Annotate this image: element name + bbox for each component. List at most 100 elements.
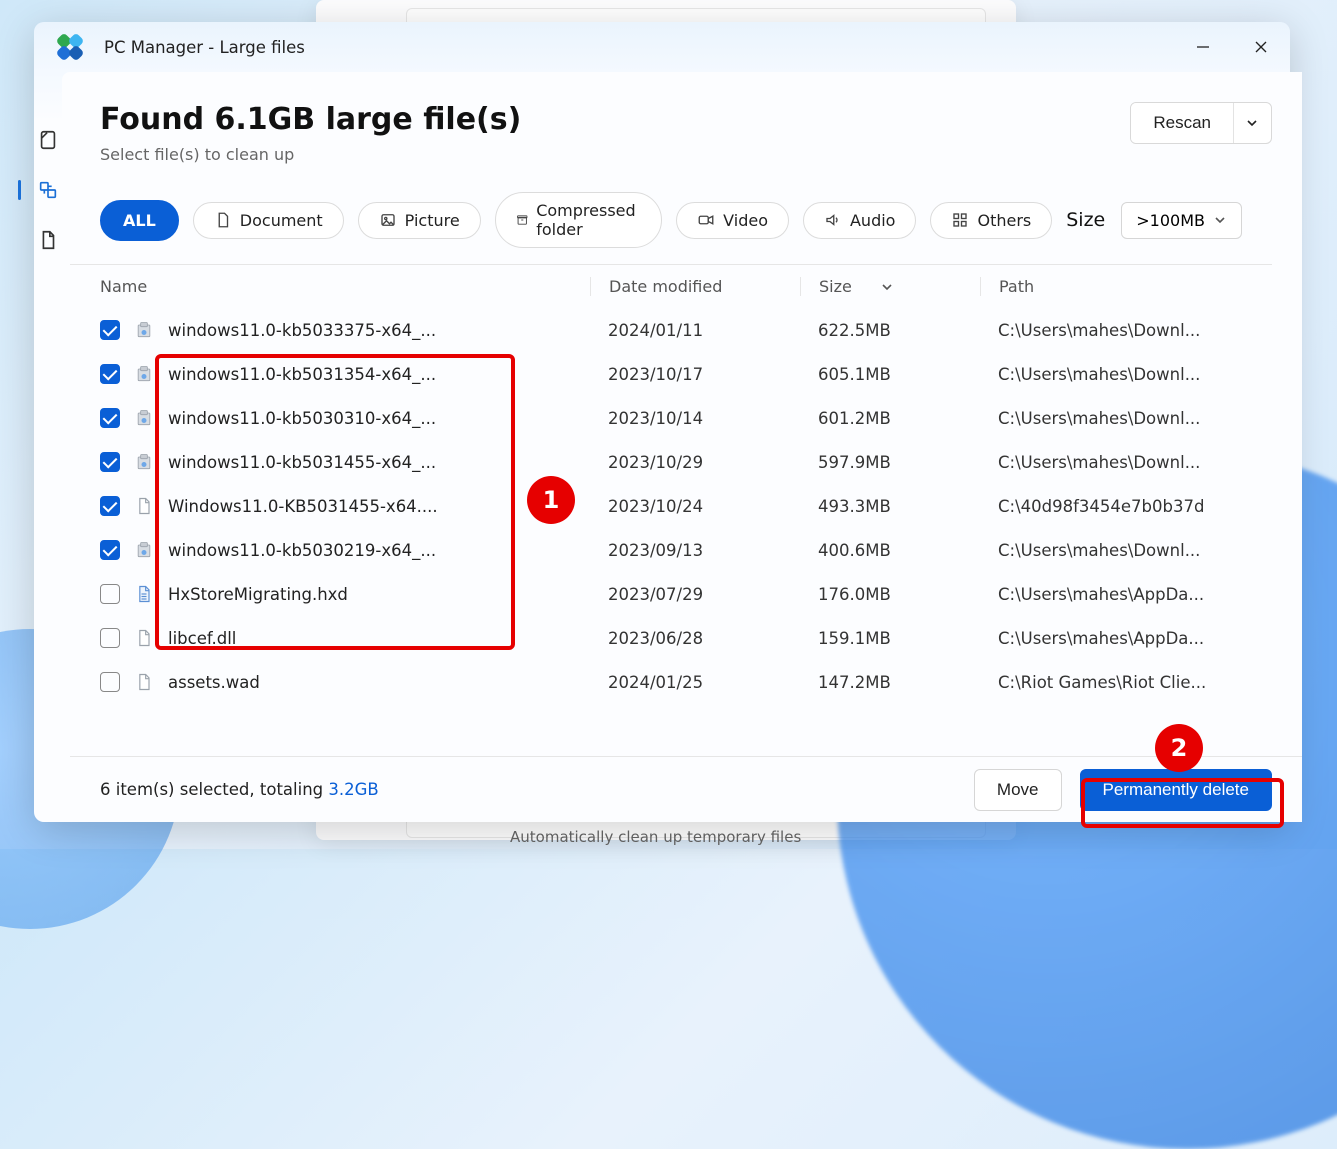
chevron-down-icon (1213, 213, 1227, 227)
file-name: libcef.dll (168, 629, 236, 648)
file-path: C:\Users\mahes\Downl... (980, 453, 1254, 472)
chevron-down-icon (880, 280, 894, 294)
file-path: C:\Users\mahes\AppDa... (980, 629, 1254, 648)
close-button[interactable] (1232, 22, 1290, 72)
sidebar (34, 72, 62, 822)
table-row[interactable]: windows11.0-kb5031455-x64_... 2023/10/295… (70, 440, 1284, 484)
file-name: assets.wad (168, 673, 260, 692)
table-row[interactable]: windows11.0-kb5030219-x64_...2023/09/134… (70, 528, 1284, 572)
document-icon (214, 211, 232, 229)
col-name[interactable]: Name (100, 277, 590, 296)
page-subheading: Select file(s) to clean up (100, 145, 521, 164)
table-row[interactable]: windows11.0-kb5030310-x64_...2023/10/146… (70, 396, 1284, 440)
header-area: Found 6.1GB large file(s) Select file(s)… (70, 72, 1302, 164)
table-row[interactable]: windows11.0-kb5033375-x64_...2024/01/116… (70, 308, 1284, 352)
sidebar-item-files[interactable] (34, 226, 62, 254)
footer: 6 item(s) selected, totaling 3.2GB Move … (70, 756, 1302, 822)
file-size: 176.0MB (800, 585, 980, 604)
row-checkbox[interactable] (100, 672, 120, 692)
file-table: Name Date modified Size Path windows11.0… (70, 265, 1294, 756)
background-text: Automatically clean up temporary files (510, 828, 801, 846)
file-type-icon (134, 452, 154, 472)
file-path: C:\Users\mahes\Downl... (980, 541, 1254, 560)
selection-summary: 6 item(s) selected, totaling 3.2GB (100, 780, 379, 799)
row-checkbox[interactable] (100, 496, 120, 516)
close-icon (1254, 40, 1268, 54)
file-path: C:\Users\mahes\AppDa... (980, 585, 1254, 604)
file-type-icon (134, 408, 154, 428)
window-body: Found 6.1GB large file(s) Select file(s)… (34, 72, 1290, 822)
file-size: 597.9MB (800, 453, 980, 472)
move-button[interactable]: Move (974, 769, 1062, 811)
selection-summary-prefix: 6 item(s) selected, totaling (100, 780, 328, 799)
filter-picture[interactable]: Picture (358, 202, 481, 239)
filter-compressed-label: Compressed folder (536, 201, 641, 239)
table-row[interactable]: Windows11.0-KB5031455-x64....2023/10/244… (70, 484, 1284, 528)
table-row[interactable]: windows11.0-kb5031354-x64_...2023/10/176… (70, 352, 1284, 396)
app-logo-icon (58, 35, 82, 59)
file-type-icon (134, 540, 154, 560)
filter-document[interactable]: Document (193, 202, 344, 239)
col-size-label: Size (819, 277, 852, 296)
sidebar-item-large-files[interactable] (34, 176, 62, 204)
file-icon (37, 229, 59, 251)
filter-others[interactable]: Others (930, 202, 1052, 239)
file-path: C:\Riot Games\Riot Clie... (980, 673, 1254, 692)
file-path: C:\Users\mahes\Downl... (980, 321, 1254, 340)
row-checkbox[interactable] (100, 584, 120, 604)
row-checkbox[interactable] (100, 452, 120, 472)
page-heading: Found 6.1GB large file(s) (100, 102, 521, 137)
size-select[interactable]: >100MB (1121, 202, 1242, 239)
filter-row: ALL Document Picture Compressed folder V… (70, 164, 1272, 265)
chevron-down-icon (1245, 116, 1259, 130)
file-date: 2023/10/29 (590, 453, 800, 472)
file-type-icon (134, 496, 154, 516)
file-size: 601.2MB (800, 409, 980, 428)
filter-all[interactable]: ALL (100, 200, 179, 241)
size-filter-area: Size >100MB (1066, 202, 1242, 239)
sidebar-item-cleanup[interactable] (34, 126, 62, 154)
minimize-icon (1196, 40, 1210, 54)
file-type-icon (134, 628, 154, 648)
row-checkbox[interactable] (100, 408, 120, 428)
row-checkbox[interactable] (100, 364, 120, 384)
filter-video-label: Video (723, 211, 768, 230)
file-name: windows11.0-kb5030219-x64_... (168, 541, 436, 560)
col-size[interactable]: Size (800, 277, 980, 296)
archive-icon (516, 211, 529, 229)
filter-video[interactable]: Video (676, 202, 789, 239)
file-type-icon (134, 364, 154, 384)
table-header: Name Date modified Size Path (70, 265, 1294, 308)
filter-audio-label: Audio (850, 211, 895, 230)
row-checkbox[interactable] (100, 540, 120, 560)
file-name: windows11.0-kb5031455-x64_... (168, 453, 436, 472)
col-date[interactable]: Date modified (590, 277, 800, 296)
filter-audio[interactable]: Audio (803, 202, 916, 239)
grid-icon (951, 211, 969, 229)
file-date: 2023/07/29 (590, 585, 800, 604)
filter-compressed[interactable]: Compressed folder (495, 192, 662, 248)
table-row[interactable]: libcef.dll2023/06/28159.1MBC:\Users\mahe… (70, 616, 1284, 660)
file-type-icon (134, 320, 154, 340)
col-path[interactable]: Path (980, 277, 1264, 296)
table-row[interactable]: assets.wad2024/01/25147.2MBC:\Riot Games… (70, 660, 1284, 704)
video-icon (697, 211, 715, 229)
table-row[interactable]: HxStoreMigrating.hxd2023/07/29176.0MBC:\… (70, 572, 1284, 616)
file-name: windows11.0-kb5031354-x64_... (168, 365, 436, 384)
rescan-dropdown[interactable] (1233, 103, 1271, 143)
rescan-button-group: Rescan (1130, 102, 1272, 144)
size-select-value: >100MB (1136, 211, 1205, 230)
row-checkbox[interactable] (100, 628, 120, 648)
main-pane: Found 6.1GB large file(s) Select file(s)… (62, 72, 1302, 822)
selection-summary-size: 3.2GB (328, 780, 378, 799)
table-body[interactable]: windows11.0-kb5033375-x64_...2024/01/116… (70, 308, 1294, 753)
audio-icon (824, 211, 842, 229)
minimize-button[interactable] (1174, 22, 1232, 72)
rescan-button[interactable]: Rescan (1131, 103, 1233, 143)
filter-picture-label: Picture (405, 211, 460, 230)
window-controls (1174, 22, 1290, 72)
row-checkbox[interactable] (100, 320, 120, 340)
file-path: C:\Users\mahes\Downl... (980, 365, 1254, 384)
file-date: 2023/06/28 (590, 629, 800, 648)
permanently-delete-button[interactable]: Permanently delete (1080, 769, 1272, 811)
